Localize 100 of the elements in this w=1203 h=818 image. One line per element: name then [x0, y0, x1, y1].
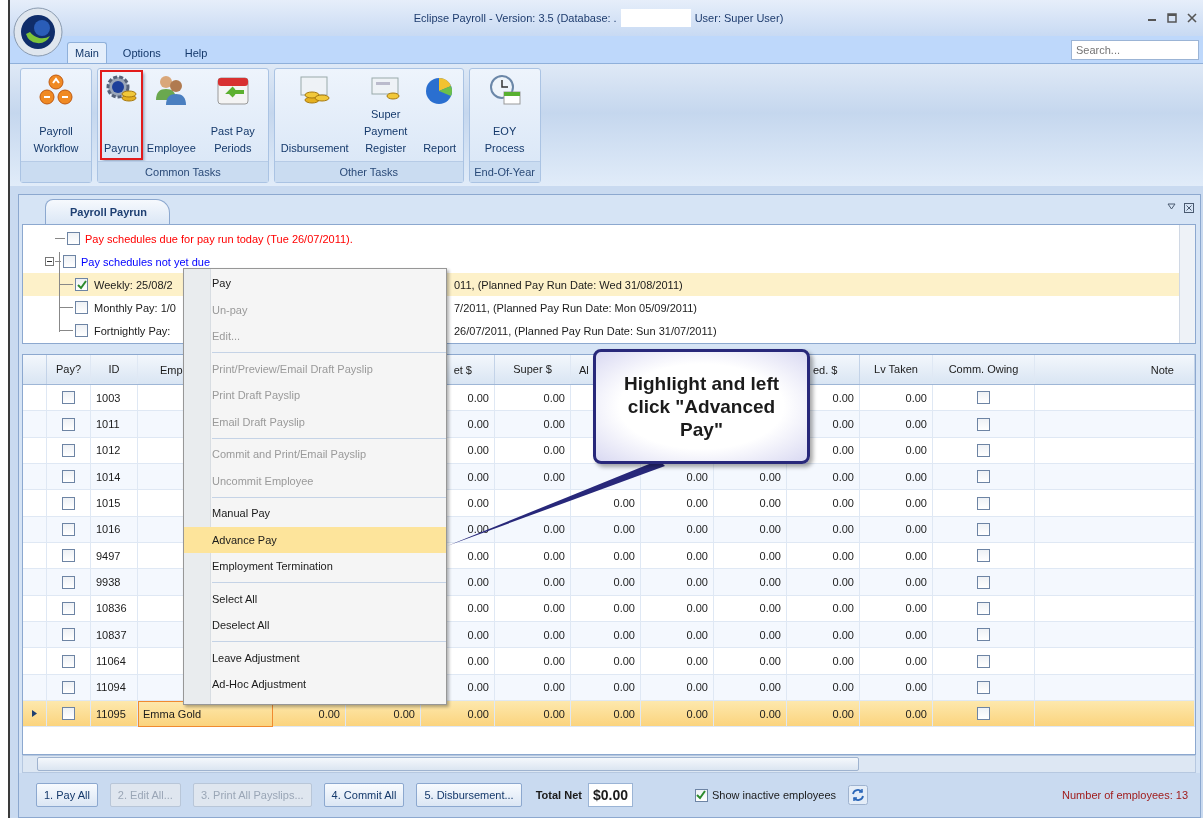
- table-cell: 0.00: [467, 391, 489, 404]
- table-cell: 0.00: [613, 549, 635, 562]
- table-cell: 0.00: [467, 707, 489, 720]
- tree-item-label: 7/2011, (Planned Pay Run Date: Mon 05/09/2011): [454, 301, 697, 314]
- table-cell: 0.00: [832, 444, 854, 457]
- table-cell: 0.00: [832, 681, 854, 694]
- table-cell: 1011: [91, 411, 138, 438]
- total-net-value: $0.00: [587, 783, 633, 807]
- table-cell: 11064: [91, 648, 138, 675]
- table-cell: 0.00: [543, 391, 565, 404]
- table-cell: 0.00: [832, 523, 854, 536]
- tree-item-label: 011, (Planned Pay Run Date: Wed 31/08/2011): [454, 278, 683, 291]
- table-cell: 0.00: [613, 523, 635, 536]
- table-cell: 0.00: [543, 523, 565, 536]
- table-cell: 0.00: [905, 391, 927, 404]
- table-cell: 0.00: [686, 602, 708, 615]
- table-cell: 0.00: [467, 418, 489, 430]
- table-cell: 0.00: [613, 497, 635, 510]
- table-cell: 0.00: [905, 549, 927, 562]
- table-cell: 0.00: [759, 523, 781, 536]
- table-cell: 0.00: [543, 707, 565, 720]
- table-cell: 0.00: [759, 628, 781, 641]
- table-cell: 0.00: [905, 497, 927, 510]
- table-cell: 9938: [91, 569, 138, 596]
- table-cell: 0.00: [613, 628, 635, 641]
- table-cell: 0.00: [686, 497, 708, 510]
- table-cell: 0.00: [318, 707, 340, 720]
- table-cell: 0.00: [686, 628, 708, 641]
- table-cell: 0.00: [686, 707, 708, 720]
- tree-item-label: 26/07/2011, (Planned Pay Run Date: Sun 31/07/2011): [454, 324, 717, 337]
- tree-item-label: Fortnightly Pay:: [93, 324, 172, 337]
- table-cell: 0.00: [905, 523, 927, 536]
- table-cell: 0.00: [759, 576, 781, 589]
- table-cell: 0.00: [467, 497, 489, 510]
- table-cell: 11095: [91, 701, 138, 728]
- table-cell: 0.00: [686, 549, 708, 562]
- table-cell: 0.00: [832, 628, 854, 641]
- table-cell: 0.00: [543, 549, 565, 562]
- table-cell: 0.00: [832, 418, 854, 430]
- table-cell: 0.00: [832, 655, 854, 668]
- table-cell: 0.00: [686, 470, 708, 483]
- employee-count: Number of employees: 13: [1062, 789, 1188, 801]
- total-net-label: Total Net: [535, 789, 582, 801]
- table-cell: 0.00: [686, 655, 708, 668]
- table-cell: 0.00: [905, 576, 927, 589]
- table-cell: 0.00: [543, 602, 565, 615]
- table-cell: 0.00: [759, 497, 781, 510]
- table-cell: 0.00: [905, 444, 927, 457]
- table-cell: 0.00: [613, 681, 635, 694]
- table-cell: 0.00: [905, 628, 927, 641]
- table-cell: 0.00: [543, 628, 565, 641]
- table-cell: 0.00: [905, 707, 927, 720]
- tree-item-label: Monthly Pay: 1/0: [93, 301, 177, 314]
- table-cell: 0.00: [467, 655, 489, 668]
- table-cell: 0.00: [613, 602, 635, 615]
- group-label: Common Tasks: [98, 161, 268, 182]
- table-cell: 0.00: [467, 576, 489, 589]
- window-title: Eclipse Payroll - Version: 3.5 (Database: .: [413, 12, 617, 24]
- table-cell: 0.00: [832, 391, 854, 404]
- table-cell: 0.00: [905, 418, 927, 430]
- table-cell: 0.00: [832, 707, 854, 720]
- callout-bubble: Highlight and left click "Advanced Pay": [593, 349, 810, 464]
- table-cell: Emma Gold: [143, 707, 202, 720]
- table-cell: 1015: [91, 490, 138, 517]
- table-cell: 0.00: [543, 576, 565, 589]
- table-cell: 0.00: [613, 576, 635, 589]
- table-cell: 0.00: [543, 470, 565, 483]
- table-cell: 0.00: [686, 523, 708, 536]
- table-cell: 0.00: [832, 602, 854, 615]
- table-cell: 0.00: [832, 470, 854, 483]
- window-title: User: Super User): [694, 12, 784, 24]
- group-label: End-Of-Year: [469, 161, 540, 182]
- table-cell: 0.00: [759, 470, 781, 483]
- table-cell: 0.00: [467, 444, 489, 457]
- table-cell: 0.00: [759, 602, 781, 615]
- table-cell: 0.00: [832, 576, 854, 589]
- table-cell: 0.00: [759, 681, 781, 694]
- table-cell: 0.00: [613, 655, 635, 668]
- table-cell: 0.00: [543, 655, 565, 668]
- table-cell: 0.00: [832, 497, 854, 510]
- table-cell: 0.00: [467, 681, 489, 694]
- table-cell: 0.00: [613, 707, 635, 720]
- table-cell: 0.00: [905, 602, 927, 615]
- table-cell: 0.00: [759, 549, 781, 562]
- table-cell: 0.00: [759, 655, 781, 668]
- table-cell: 0.00: [543, 418, 565, 430]
- table-cell: 0.00: [543, 444, 565, 457]
- table-cell: 0.00: [905, 470, 927, 483]
- table-cell: 0.00: [467, 602, 489, 615]
- table-cell: 0.00: [686, 681, 708, 694]
- table-cell: 0.00: [543, 681, 565, 694]
- table-cell: 0.00: [905, 655, 927, 668]
- table-cell: 0.00: [467, 628, 489, 641]
- table-cell: 0.00: [393, 707, 415, 720]
- table-cell: 0.00: [759, 707, 781, 720]
- table-cell: 0.00: [467, 523, 489, 536]
- table-cell: 0.00: [467, 470, 489, 483]
- table-cell: 0.00: [832, 549, 854, 562]
- group-label: Other Tasks: [274, 161, 463, 182]
- table-cell: 0.00: [467, 549, 489, 562]
